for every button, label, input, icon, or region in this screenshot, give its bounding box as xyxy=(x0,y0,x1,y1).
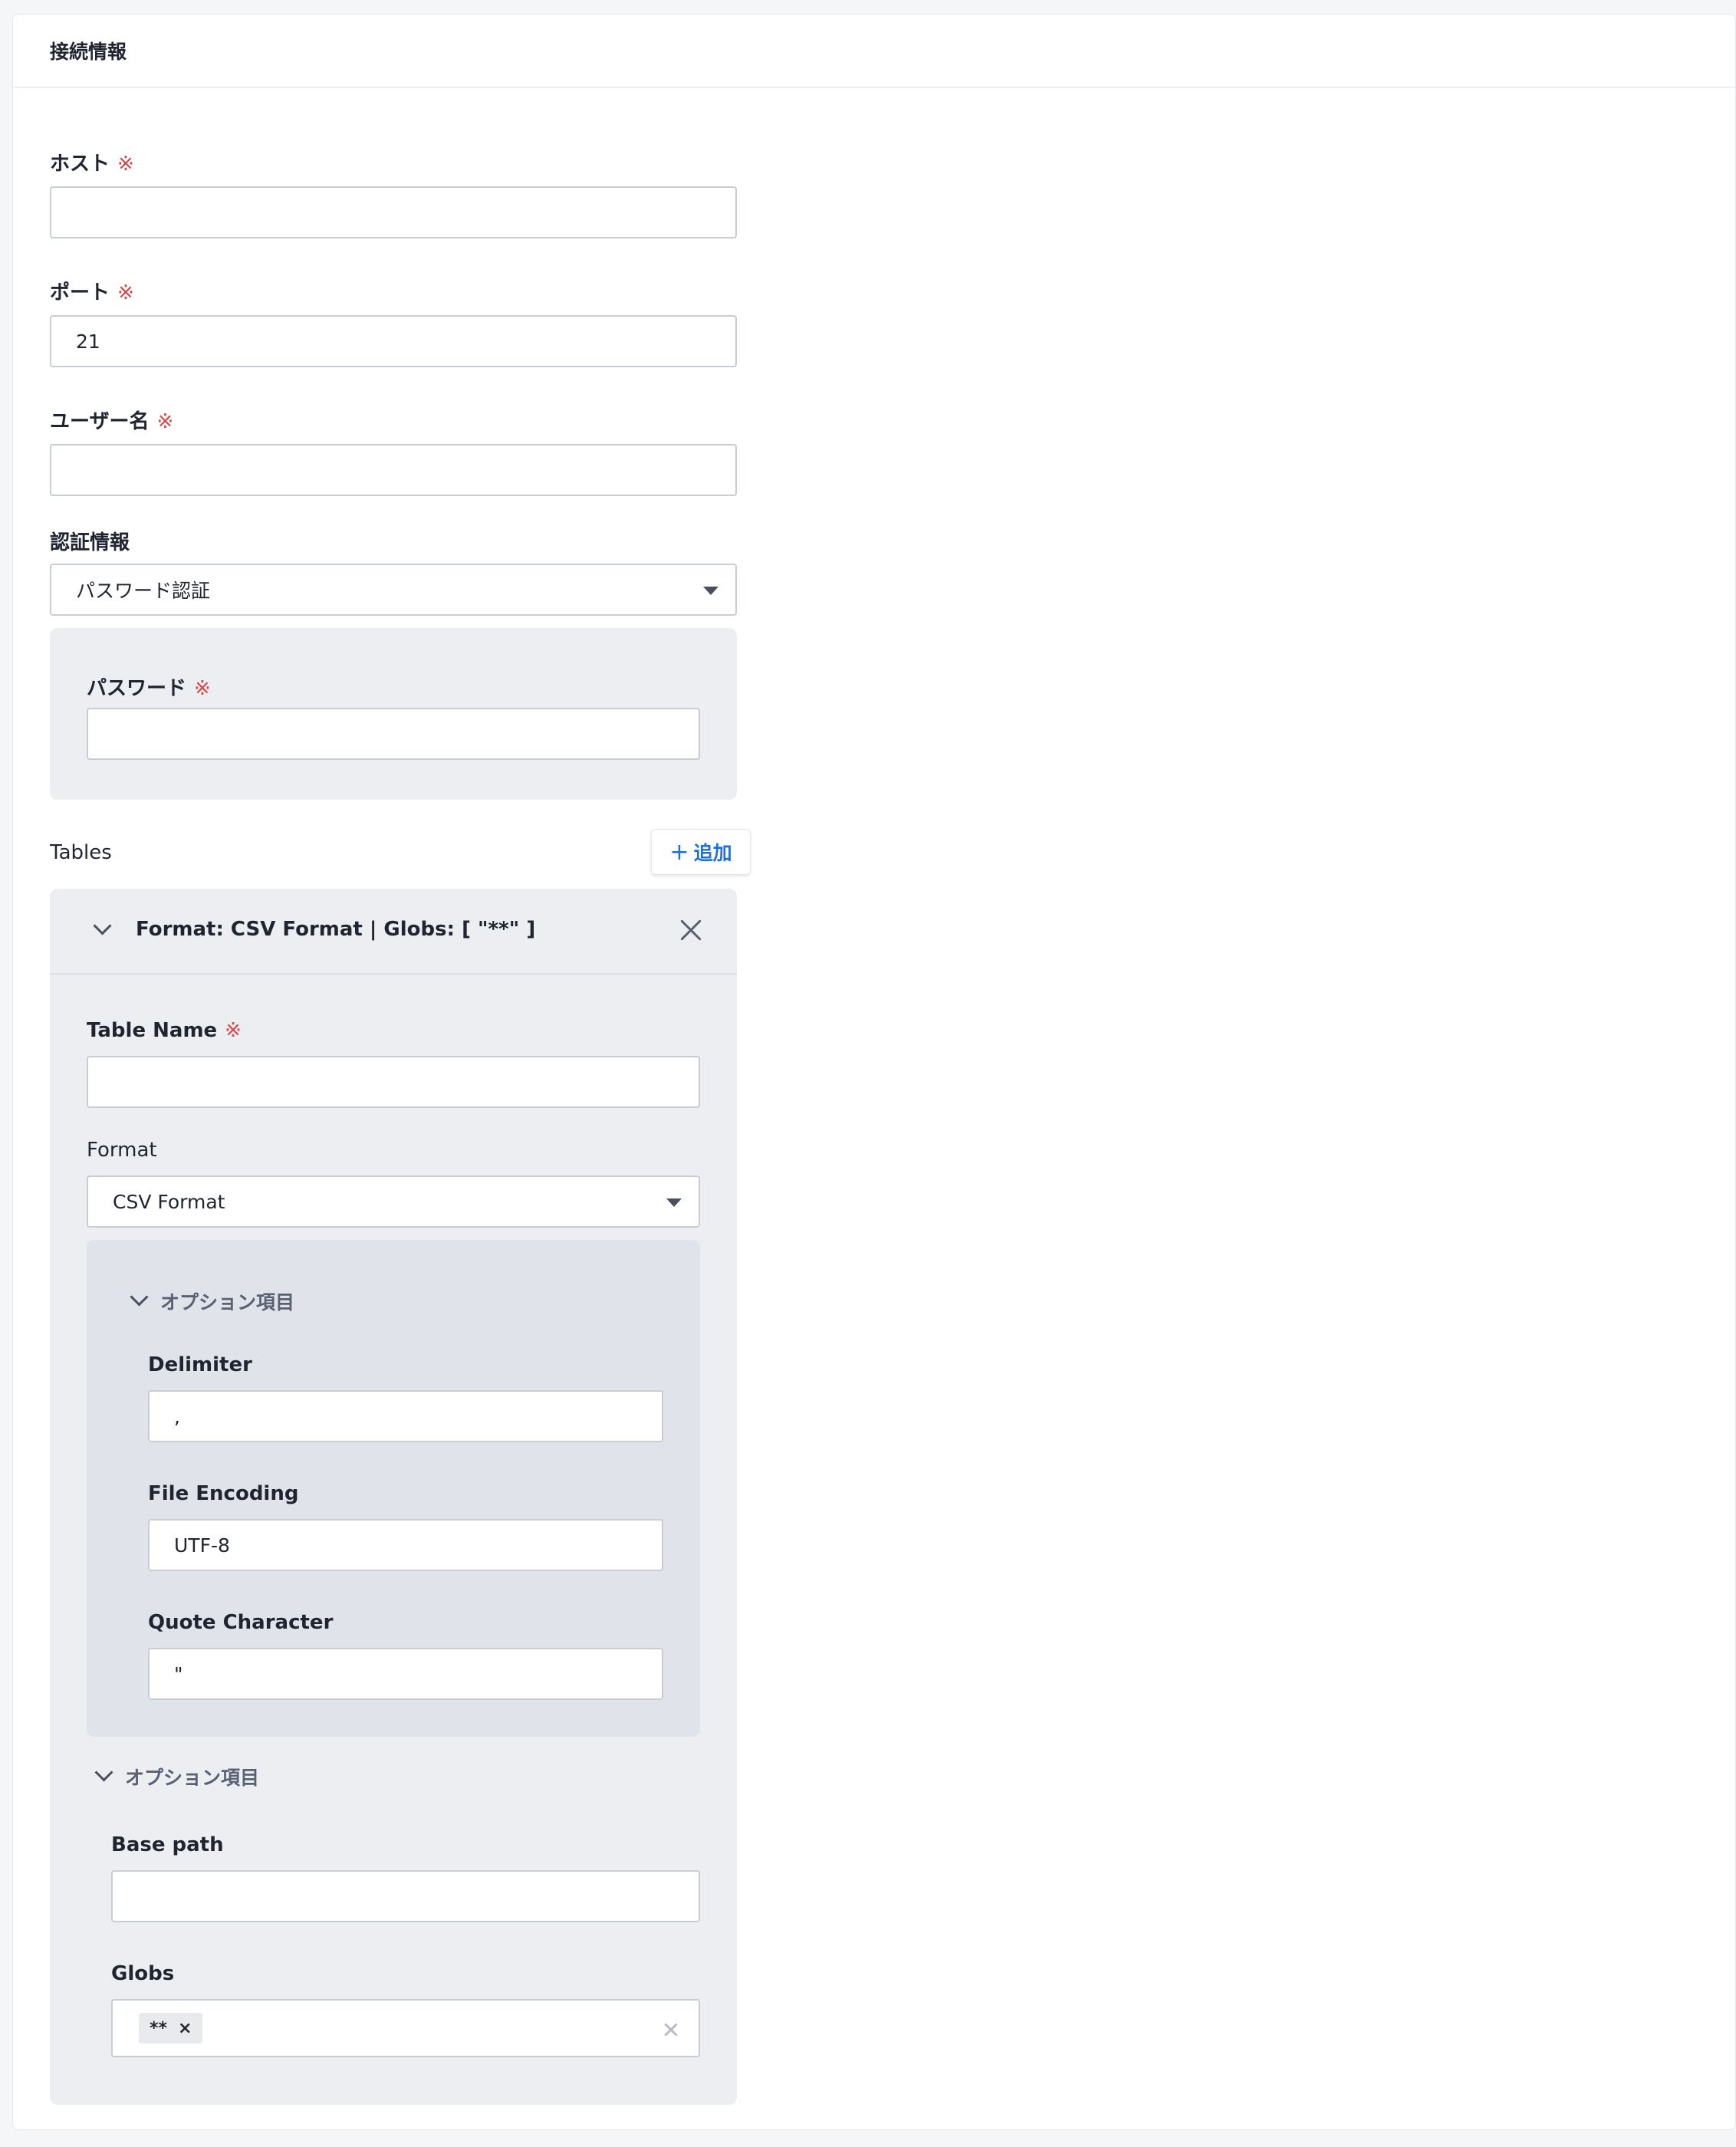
table-item-panel: Format: CSV Format | Globs: [ "**" ] Tab… xyxy=(50,889,737,2105)
table-name-label-text: Table Name xyxy=(87,1019,218,1042)
base-path-label: Base path xyxy=(111,1833,224,1856)
quote-character-value: " xyxy=(174,1662,183,1685)
format-selected-value: CSV Format xyxy=(113,1190,225,1213)
required-mark: ※ xyxy=(194,677,211,700)
required-mark: ※ xyxy=(156,410,174,433)
delimiter-input[interactable]: , xyxy=(148,1390,663,1442)
auth-select[interactable]: パスワード認証 xyxy=(50,564,737,616)
quote-character-input[interactable]: " xyxy=(148,1648,663,1700)
username-label: ユーザー名 ※ xyxy=(50,406,173,434)
username-label-text: ユーザー名 xyxy=(50,410,150,433)
tables-label-text: Tables xyxy=(50,841,112,864)
close-icon[interactable] xyxy=(676,915,706,945)
table-options-toggle[interactable]: オプション項目 xyxy=(94,1760,278,1790)
caret-down-icon xyxy=(703,587,718,595)
clear-icon[interactable] xyxy=(662,2020,680,2039)
table-item-header[interactable]: Format: CSV Format | Globs: [ "**" ] xyxy=(50,889,737,975)
auth-selected-value: パスワード認証 xyxy=(76,580,211,602)
port-label-text: ポート xyxy=(50,281,110,304)
file-encoding-label-text: File Encoding xyxy=(148,1482,299,1505)
tables-label: Tables xyxy=(50,841,112,864)
required-mark: ※ xyxy=(117,281,134,304)
auth-label: 認証情報 xyxy=(50,527,130,555)
glob-tag-label: ** xyxy=(150,2018,168,2038)
password-label: パスワード ※ xyxy=(87,672,211,701)
card-title: 接続情報 xyxy=(50,41,127,63)
chevron-down-icon xyxy=(130,1287,149,1307)
chevron-down-icon[interactable] xyxy=(93,916,112,935)
delimiter-value: , xyxy=(174,1405,180,1428)
required-mark: ※ xyxy=(117,153,134,176)
file-encoding-label: File Encoding xyxy=(148,1482,298,1505)
port-input[interactable]: 21 xyxy=(50,315,737,367)
base-path-label-text: Base path xyxy=(111,1833,224,1856)
caret-down-icon xyxy=(666,1198,682,1207)
quote-character-label-text: Quote Character xyxy=(148,1611,334,1634)
host-label-text: ホスト xyxy=(50,153,110,176)
file-encoding-input[interactable]: UTF-8 xyxy=(148,1519,663,1571)
required-mark: ※ xyxy=(225,1019,242,1042)
password-input[interactable] xyxy=(87,708,700,760)
format-label: Format xyxy=(87,1139,157,1162)
card-header: 接続情報 xyxy=(13,15,1735,88)
format-options-toggle[interactable]: オプション項目 xyxy=(130,1284,314,1315)
host-input[interactable] xyxy=(50,186,737,238)
format-select[interactable]: CSV Format xyxy=(87,1175,700,1228)
tag-remove-icon[interactable]: × xyxy=(178,2019,192,2038)
auth-label-text: 認証情報 xyxy=(50,531,130,554)
globs-input[interactable]: ** × xyxy=(111,1999,700,2057)
chevron-down-icon xyxy=(94,1763,113,1782)
table-name-label: Table Name ※ xyxy=(87,1019,242,1042)
globs-label-text: Globs xyxy=(111,1962,175,1985)
format-label-text: Format xyxy=(87,1139,157,1162)
password-label-text: パスワード xyxy=(87,677,187,700)
add-table-button[interactable]: + 追加 xyxy=(651,829,751,875)
format-options-panel: オプション項目 Delimiter , File Encoding UTF-8 … xyxy=(87,1240,700,1737)
port-value: 21 xyxy=(76,330,100,353)
delimiter-label-text: Delimiter xyxy=(148,1353,252,1376)
password-panel: パスワード ※ xyxy=(50,628,737,800)
username-input[interactable] xyxy=(50,444,737,496)
plus-icon: + xyxy=(669,838,689,866)
globs-label: Globs xyxy=(111,1962,174,1985)
base-path-input[interactable] xyxy=(111,1870,700,1922)
format-options-toggle-label: オプション項目 xyxy=(160,1291,295,1314)
delimiter-label: Delimiter xyxy=(148,1353,252,1376)
table-item-title: Format: CSV Format | Globs: [ "**" ] xyxy=(136,918,536,941)
table-options-toggle-label: オプション項目 xyxy=(125,1767,260,1789)
table-name-input[interactable] xyxy=(87,1056,700,1108)
host-label: ホスト ※ xyxy=(50,148,134,176)
connection-card: 接続情報 ホスト ※ ポート ※ 21 ユーザー名 ※ 認証情報 パスワード認証 xyxy=(12,14,1736,2130)
glob-tag: ** × xyxy=(139,2013,203,2043)
quote-character-label: Quote Character xyxy=(148,1611,333,1634)
port-label: ポート ※ xyxy=(50,277,134,305)
file-encoding-value: UTF-8 xyxy=(174,1534,230,1557)
add-table-label: 追加 xyxy=(693,842,732,864)
